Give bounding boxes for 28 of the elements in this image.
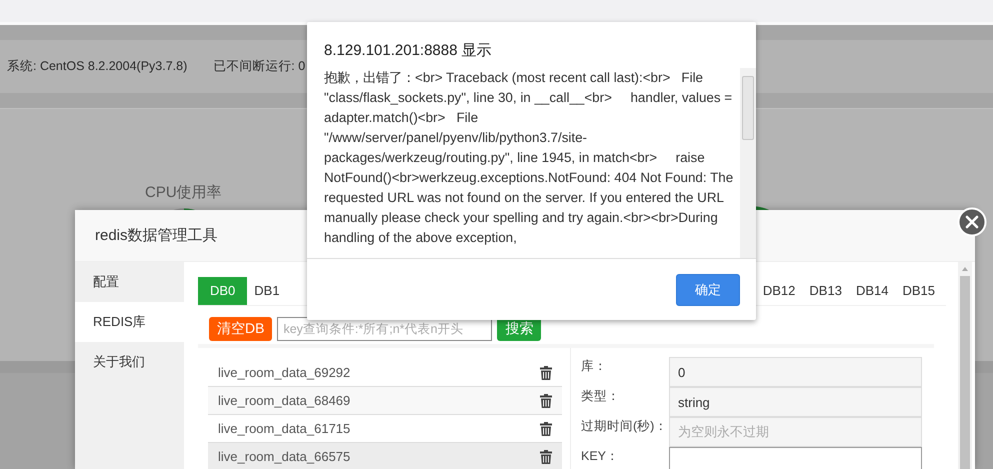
input-field[interactable]	[669, 447, 922, 469]
key-row[interactable]: live_room_data_68469	[208, 387, 562, 415]
input-field[interactable]: 0	[669, 357, 922, 387]
trash-icon[interactable]	[540, 394, 552, 408]
field-label: KEY：	[581, 448, 620, 465]
db-tab[interactable]: DB1	[247, 277, 287, 305]
sidebar-item[interactable]: REDIS库	[75, 302, 184, 342]
key-row[interactable]: live_room_data_66575	[208, 443, 562, 469]
sidebar-item[interactable]: 关于我们	[75, 342, 184, 382]
system-info: 系统: CentOS 8.2.2004(Py3.7.8)	[7, 58, 188, 75]
field-label: 库：	[581, 358, 608, 375]
trash-icon[interactable]	[540, 422, 552, 436]
close-icon[interactable]	[957, 207, 987, 237]
gauge-title: CPU使用率	[145, 183, 222, 202]
trash-icon[interactable]	[540, 450, 552, 464]
uptime-text: 已不间断运行: 0	[213, 58, 306, 75]
field-label: 过期时间(秒)：	[581, 418, 668, 435]
ok-button[interactable]: 确定	[676, 274, 740, 306]
input-field[interactable]: string	[669, 387, 922, 417]
db-tab[interactable]: DB15	[895, 277, 942, 305]
sidebar-item[interactable]: 配置	[75, 262, 184, 302]
trash-icon[interactable]	[540, 366, 552, 380]
field-label: 类型：	[581, 388, 621, 405]
db-tab[interactable]: DB14	[848, 277, 896, 305]
db-tab[interactable]: DB13	[802, 277, 849, 305]
scrollbar[interactable]	[740, 68, 756, 258]
alert-title: 8.129.101.201:8888 显示	[323, 41, 493, 61]
db-tab[interactable]: DB12	[756, 277, 802, 305]
